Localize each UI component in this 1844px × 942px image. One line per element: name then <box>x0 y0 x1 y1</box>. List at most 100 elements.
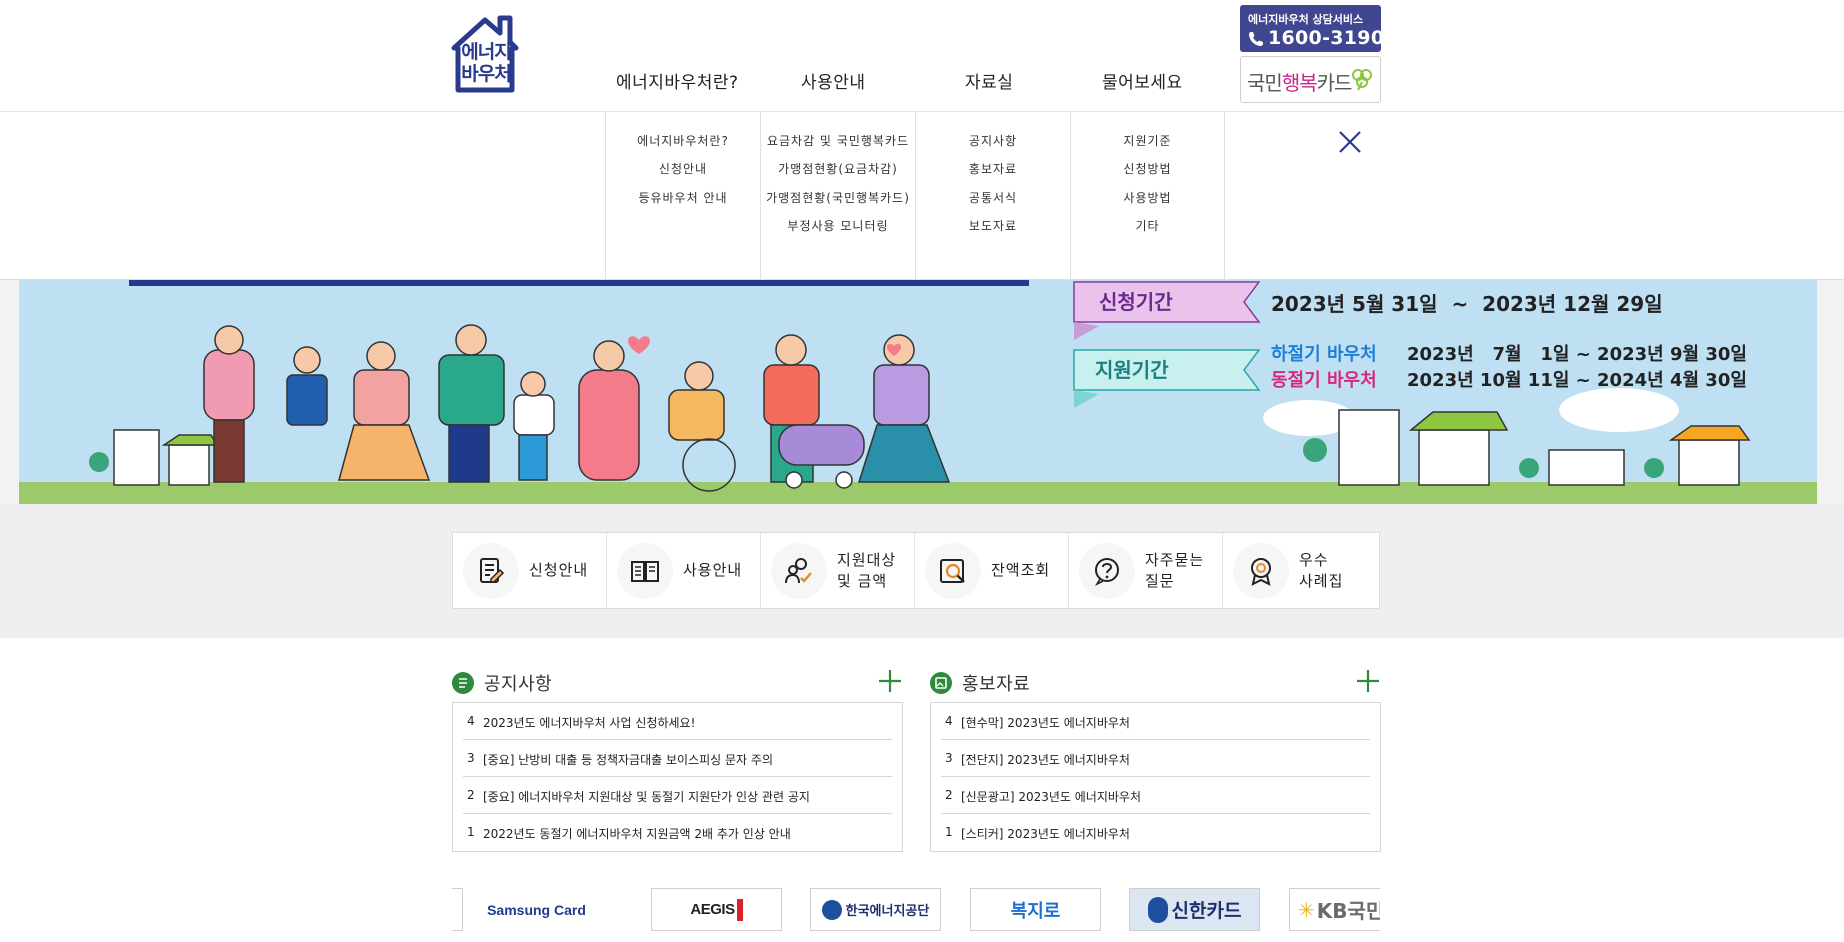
notice-row[interactable]: 4 2023년도 에너지바우처 사업 신청하세요! <box>463 703 892 740</box>
phone-icon <box>1247 30 1265 48</box>
logo-text: 에너지 바우처 <box>459 41 513 85</box>
promo-row-title: [스티커] 2023년도 에너지바우처 <box>961 827 1130 841</box>
submenu-promo[interactable]: 홍보자료 <box>916 160 1070 177</box>
summer-voucher-label: 하절기 바우처 <box>1271 344 1377 365</box>
mega-menu-column-usage: 요금차감 및 국민행복카드 가맹점현황(요금차감) 가맹점현황(국민행복카드) … <box>760 112 915 280</box>
promo-row[interactable]: 1 [스티커] 2023년도 에너지바우처 <box>941 814 1370 851</box>
quick-best-cases[interactable]: 우수 사례집 <box>1223 533 1377 608</box>
hotline-banner[interactable]: 에너지바우처 상담서비스 1600-3190 <box>1240 5 1385 52</box>
mega-menu: 에너지바우처란? 신청안내 등유바우처 안내 요금차감 및 국민행복카드 가맹점… <box>0 112 1844 280</box>
kea-text: 한국에너지공단 <box>845 904 930 919</box>
page: 에너지 바우처 에너지바우처란? 사용안내 자료실 물어보세요 에너지바우처 상… <box>0 0 1844 942</box>
shinhan-symbol-icon <box>1147 896 1168 923</box>
partner-logos: Samsung Card AEGIS 한국에너지공단 복지로 신한카드 ✳ KB… <box>452 888 1380 932</box>
promo-row-title: [신문광고] 2023년도 에너지바우처 <box>961 790 1142 804</box>
notice-board-title: 공지사항 <box>484 674 553 695</box>
happy-card-text: 국민행복카드 <box>1247 67 1353 96</box>
notice-row[interactable]: 2 [중요] 에너지바우처 지원대상 및 동절기 지원단가 인상 관련 공지 <box>463 777 892 814</box>
apply-period-value: 2023년 5월 31일 ~ 2023년 12월 29일 <box>1271 292 1663 316</box>
apply-period-label: 신청기간 <box>1099 290 1173 314</box>
promo-row[interactable]: 4 [현수막] 2023년도 에너지바우처 <box>941 703 1370 740</box>
partner-logo-kb-card[interactable]: ✳ KB국민 <box>1289 888 1380 931</box>
partner-logo-bokjiro[interactable]: 복지로 <box>970 888 1101 931</box>
partner-logo-aegis[interactable]: AEGIS <box>651 888 782 931</box>
submenu-apply-guide[interactable]: 신청안내 <box>606 160 760 177</box>
aegis-mark-icon <box>736 898 743 921</box>
submenu-etc[interactable]: 기타 <box>1071 217 1224 234</box>
submenu-fraud-monitoring[interactable]: 부정사용 모니터링 <box>761 217 915 234</box>
partner-logo-korea-energy-agency[interactable]: 한국에너지공단 <box>810 888 941 931</box>
notice-list: 4 2023년도 에너지바우처 사업 신청하세요! 3 [중요] 난방비 대출 등 … <box>452 702 903 852</box>
notice-row-number: 4 <box>467 714 475 728</box>
winter-voucher-period: 2023년 10월 11일 ~ 2024년 4월 30일 <box>1407 370 1747 391</box>
clover-icon <box>1350 67 1374 91</box>
promo-list: 4 [현수막] 2023년도 에너지바우처 3 [전단지] 2023년도 에너지바우… <box>930 702 1381 852</box>
partner-logo-partial[interactable] <box>452 888 463 931</box>
promo-row[interactable]: 2 [신문광고] 2023년도 에너지바우처 <box>941 777 1370 814</box>
award-icon <box>1233 543 1289 599</box>
submenu-merchants-bill[interactable]: 가맹점현황(요금차감) <box>761 160 915 177</box>
submenu-merchants-card[interactable]: 가맹점현황(국민행복카드) <box>761 189 915 206</box>
submenu-how-to-use[interactable]: 사용방법 <box>1071 189 1224 206</box>
banner-image[interactable]: 신청기간 2023년 5월 31일 ~ 2023년 12월 29일 지원기간 하… <box>19 280 1817 504</box>
question-icon <box>1079 543 1135 599</box>
quick-usage-guide[interactable]: 사용안내 <box>607 533 761 608</box>
quick-menu: 신청안내 사용안내 지원대상 및 금액 잔액조회 자주묻는 질문 우수 사례집 <box>452 532 1380 609</box>
logo-text-line1: 에너지 <box>461 41 511 63</box>
people-check-icon <box>771 543 827 599</box>
notice-board: 공지사항 4 2023년도 에너지바우처 사업 신청하세요! 3 [중요] 난방비 … <box>452 668 903 852</box>
notice-more-plus-icon[interactable] <box>877 668 903 694</box>
promo-row-title: [전단지] 2023년도 에너지바우처 <box>961 753 1130 767</box>
notice-row-title: 2022년도 동절기 에너지바우처 지원금액 2배 추가 인상 안내 <box>483 827 791 841</box>
happy-card-banner[interactable]: 국민행복카드 <box>1240 56 1381 103</box>
open-book-icon <box>617 543 673 599</box>
promo-row[interactable]: 3 [전단지] 2023년도 에너지바우처 <box>941 740 1370 777</box>
quick-balance-check[interactable]: 잔액조회 <box>915 533 1069 608</box>
aegis-text: AEGIS <box>690 901 735 918</box>
kb-text: KB국민 <box>1316 899 1380 923</box>
close-icon[interactable] <box>1336 128 1364 156</box>
hotline-phone: 1600-3190 <box>1268 27 1385 49</box>
main-banner: 신청기간 2023년 5월 31일 ~ 2023년 12월 29일 지원기간 하… <box>0 280 1844 504</box>
logo-text-line2: 바우처 <box>461 63 511 85</box>
promo-row-number: 4 <box>945 714 953 728</box>
submenu-what-is-voucher[interactable]: 에너지바우처란? <box>606 132 760 149</box>
submenu-notices[interactable]: 공지사항 <box>916 132 1070 149</box>
notice-row[interactable]: 3 [중요] 난방비 대출 등 정책자금대출 보이스피싱 문자 주의 <box>463 740 892 777</box>
quick-faq-label: 자주묻는 질문 <box>1145 550 1205 590</box>
happy-card-prefix: 국민 <box>1247 71 1283 95</box>
partner-logo-shinhan-card[interactable]: 신한카드 <box>1129 888 1260 931</box>
partner-logo-samsung-card[interactable]: Samsung Card <box>471 888 602 931</box>
submenu-bill-deduction-card[interactable]: 요금차감 및 국민행복카드 <box>761 132 915 149</box>
site-logo[interactable]: 에너지 바우처 <box>450 14 520 94</box>
mega-menu-column-resources: 공지사항 홍보자료 공통서식 보도자료 <box>915 112 1070 280</box>
site-header: 에너지 바우처 에너지바우처란? 사용안내 자료실 물어보세요 에너지바우처 상… <box>0 0 1844 112</box>
submenu-how-to-apply[interactable]: 신청방법 <box>1071 160 1224 177</box>
promo-more-plus-icon[interactable] <box>1355 668 1381 694</box>
nav-usage-guide[interactable]: 사용안내 <box>801 68 866 93</box>
quick-menu-area: 신청안내 사용안내 지원대상 및 금액 잔액조회 자주묻는 질문 우수 사례집 <box>0 504 1844 638</box>
quick-eligibility[interactable]: 지원대상 및 금액 <box>761 533 915 608</box>
notice-row-number: 2 <box>467 788 475 802</box>
nav-resources[interactable]: 자료실 <box>965 68 1013 93</box>
notice-list-icon <box>452 672 474 694</box>
submenu-press[interactable]: 보도자료 <box>916 217 1070 234</box>
happy-card-accent: 행복 <box>1281 71 1318 95</box>
kb-star-icon: ✳ <box>1298 897 1315 922</box>
notice-row[interactable]: 1 2022년도 동절기 에너지바우처 지원금액 2배 추가 인상 안내 <box>463 814 892 851</box>
happy-card-suffix: 카드 <box>1316 71 1353 95</box>
quick-apply-guide[interactable]: 신청안내 <box>453 533 607 608</box>
support-period-label: 지원기간 <box>1095 358 1169 382</box>
document-pen-icon <box>463 543 519 599</box>
quick-balance-check-label: 잔액조회 <box>991 561 1051 579</box>
notice-board-header: 공지사항 <box>452 668 903 702</box>
quick-faq[interactable]: 자주묻는 질문 <box>1069 533 1223 608</box>
submenu-kerosene-voucher[interactable]: 등유바우처 안내 <box>606 189 760 206</box>
submenu-criteria[interactable]: 지원기준 <box>1071 132 1224 149</box>
promo-board-title: 홍보자료 <box>962 674 1031 695</box>
promo-board: 홍보자료 4 [현수막] 2023년도 에너지바우처 3 [전단지] 2023년도 … <box>930 668 1381 852</box>
mega-menu-column-voucher: 에너지바우처란? 신청안내 등유바우처 안내 <box>605 112 760 280</box>
submenu-forms[interactable]: 공통서식 <box>916 189 1070 206</box>
nav-energy-voucher[interactable]: 에너지바우처란? <box>616 68 739 93</box>
nav-ask[interactable]: 물어보세요 <box>1102 68 1183 93</box>
